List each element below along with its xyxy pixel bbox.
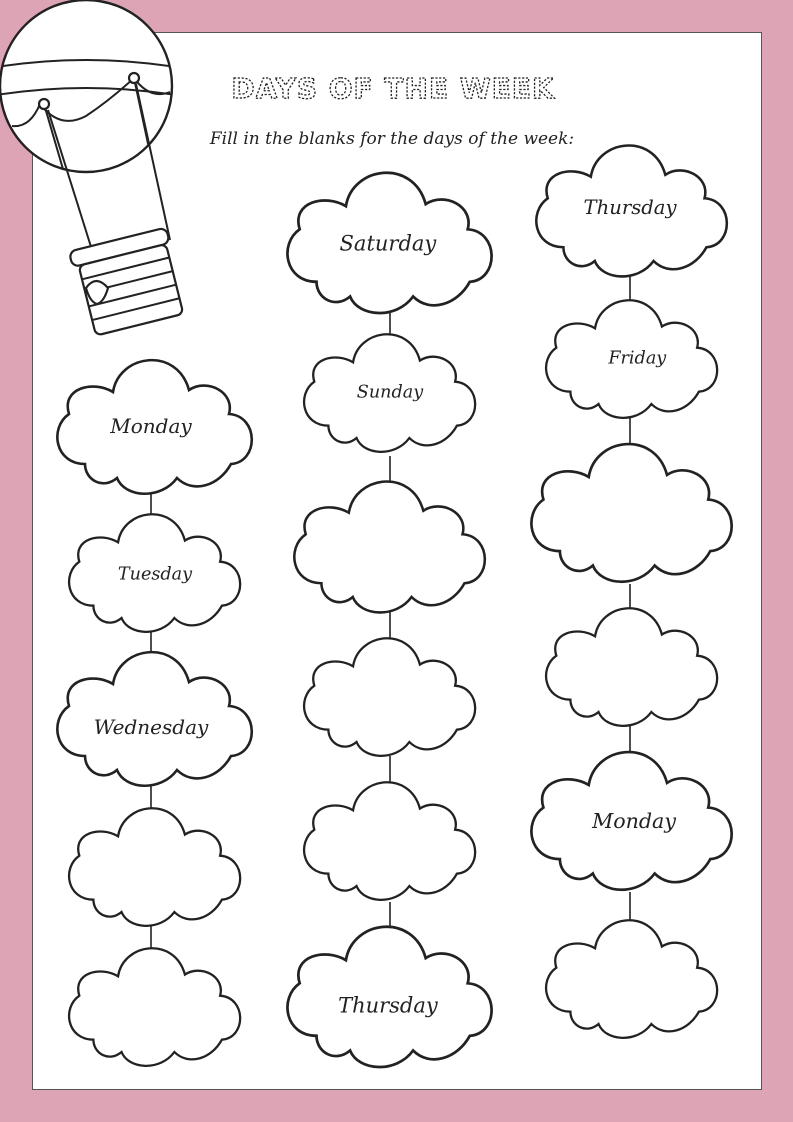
cloud-monday: Monday <box>56 358 253 496</box>
cloud-column-3: Thursday Friday Monday <box>530 144 733 1039</box>
cloud-label: Friday <box>607 349 667 369</box>
cloud-friday: Friday <box>545 299 719 419</box>
cloud-blank <box>68 947 242 1067</box>
cloud-blank <box>303 781 477 901</box>
cloud-saturday: Saturday <box>286 171 493 315</box>
cloud-blank <box>545 607 719 727</box>
cloud-label: Wednesday <box>94 715 209 739</box>
worksheet-art: DAYS OF THE WEEK Fill in the blanks for … <box>0 0 733 1069</box>
cloud-label: Thursday <box>338 994 439 1018</box>
cloud-label: Monday <box>109 414 192 438</box>
cloud-monday: Monday <box>530 750 733 892</box>
cloud-tuesday: Tuesday <box>68 513 242 633</box>
cloud-blank <box>530 442 733 584</box>
cloud-blank <box>293 480 486 614</box>
cloud-wednesday: Wednesday <box>56 650 253 788</box>
cloud-label: Saturday <box>340 231 438 255</box>
instruction-text: Fill in the blanks for the days of the w… <box>209 129 574 149</box>
cloud-blank <box>303 637 477 757</box>
cloud-label: Tuesday <box>118 564 193 584</box>
cloud-label: Sunday <box>357 383 424 403</box>
cloud-thursday: Thursday <box>286 925 493 1069</box>
cloud-blank <box>68 807 242 927</box>
cloud-sunday: Sunday <box>303 333 477 453</box>
cloud-label: Monday <box>591 809 676 833</box>
cloud-blank <box>545 919 719 1039</box>
hot-air-balloon-icon <box>0 0 184 336</box>
cloud-label: Thursday <box>584 196 678 219</box>
page-title: DAYS OF THE WEEK <box>231 72 555 105</box>
cloud-column-1: Monday Tuesday Wednesday <box>56 358 253 1067</box>
cloud-thursday: Thursday <box>535 144 728 278</box>
